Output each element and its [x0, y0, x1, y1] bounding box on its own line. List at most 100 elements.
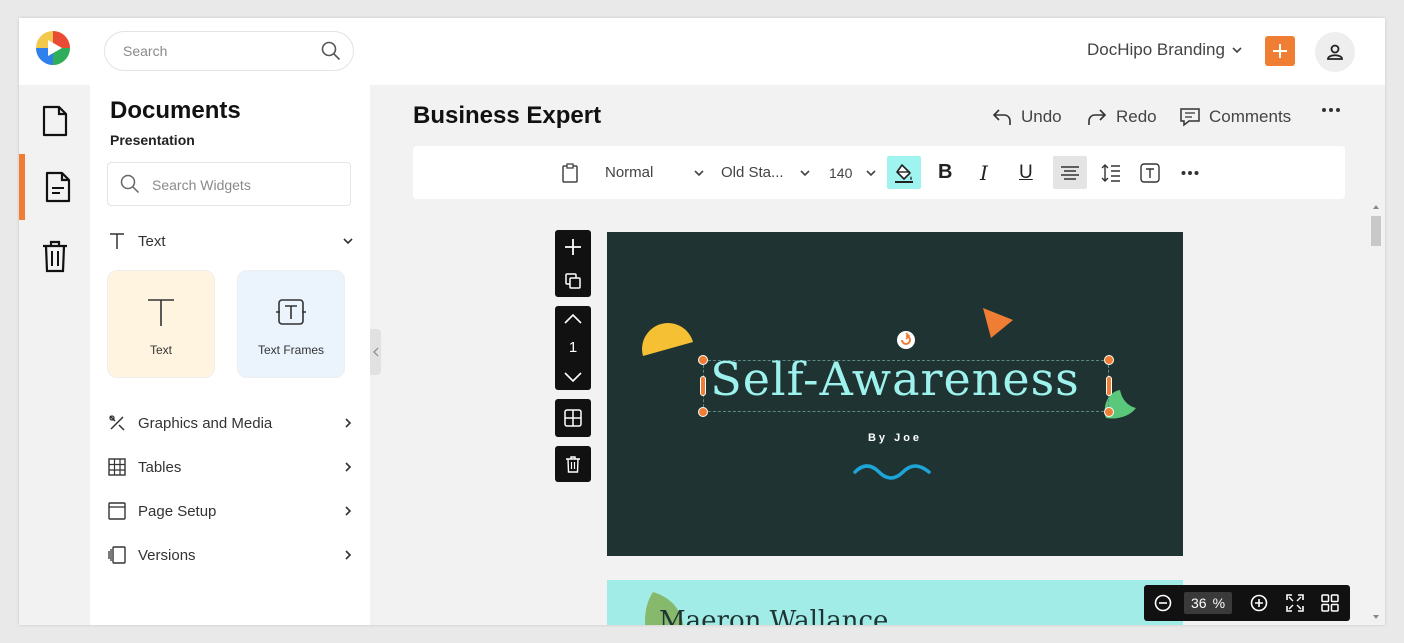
- underline-button[interactable]: U: [1019, 146, 1033, 199]
- text-frame-icon: [276, 299, 306, 325]
- page-layout-button[interactable]: [555, 399, 591, 437]
- paint-bucket-icon: [895, 163, 913, 183]
- comment-icon: [1180, 108, 1200, 127]
- zoom-bar: 36 %: [1144, 585, 1350, 621]
- trash-icon: [42, 240, 67, 273]
- search-icon[interactable]: [321, 41, 341, 61]
- section-versions[interactable]: Versions: [108, 543, 354, 567]
- redo-button[interactable]: Redo: [1086, 107, 1157, 127]
- more-options-button[interactable]: [1321, 107, 1341, 113]
- chevron-up-icon[interactable]: [564, 313, 582, 324]
- section-graphics-media[interactable]: Graphics and Media: [108, 411, 354, 435]
- bold-button[interactable]: B: [938, 146, 952, 199]
- brand-selector[interactable]: DocHipo Branding: [1087, 40, 1243, 60]
- line-spacing-icon: [1101, 163, 1120, 182]
- line-spacing-button[interactable]: [1101, 146, 1121, 199]
- document-title[interactable]: Business Expert: [413, 102, 601, 130]
- font-size-value: 140: [829, 164, 853, 181]
- widgets-panel: Documents Presentation Search Widgets Te…: [90, 85, 370, 625]
- zoom-out-icon[interactable]: [1154, 594, 1172, 612]
- slide-2[interactable]: Maeron Wallance: [607, 580, 1183, 625]
- font-family-value: Old Sta...: [721, 164, 784, 181]
- fill-color-button[interactable]: [887, 156, 921, 189]
- section-page-setup[interactable]: Page Setup: [108, 499, 354, 523]
- search-box[interactable]: Search: [104, 31, 354, 71]
- zoom-level-field[interactable]: 36 %: [1184, 592, 1232, 614]
- grid-view-icon[interactable]: [1321, 594, 1339, 612]
- user-avatar[interactable]: [1315, 32, 1355, 72]
- text-frames-card-label: Text Frames: [257, 343, 324, 357]
- page-setup-icon: [108, 502, 126, 520]
- vertical-scrollbar[interactable]: [1370, 202, 1382, 622]
- graphics-icon: [109, 415, 125, 431]
- widget-search-box[interactable]: Search Widgets: [107, 162, 351, 206]
- trash-icon: [566, 456, 580, 473]
- text-box-button[interactable]: [1140, 146, 1160, 199]
- slide-1[interactable]: Self-Awareness By Joe: [607, 232, 1183, 556]
- rail-item-documents[interactable]: [19, 88, 90, 154]
- slide-2-title[interactable]: Maeron Wallance: [659, 606, 888, 625]
- font-family-select[interactable]: Old Sta...: [721, 146, 811, 199]
- comments-label: Comments: [1209, 107, 1292, 126]
- widget-search-input[interactable]: Search Widgets: [152, 177, 251, 193]
- grid-layout-icon: [564, 409, 582, 427]
- more-horizontal-icon: [1322, 108, 1340, 112]
- chevron-down-icon: [1232, 47, 1242, 54]
- resize-handle[interactable]: [1104, 355, 1114, 365]
- align-button[interactable]: [1053, 156, 1087, 189]
- blue-wave-shape[interactable]: [853, 464, 933, 480]
- text-widget-card[interactable]: Text: [107, 270, 215, 378]
- font-size-select[interactable]: 140: [829, 146, 877, 199]
- resize-handle[interactable]: [1104, 407, 1114, 417]
- formatting-toolbar: Normal Old Sta... 140 B I U: [413, 146, 1345, 199]
- align-center-icon: [1061, 165, 1079, 180]
- text-card-label: Text: [149, 343, 172, 357]
- chevron-down-icon: [800, 169, 810, 176]
- resize-handle[interactable]: [698, 407, 708, 417]
- resize-handle-left[interactable]: [700, 376, 706, 396]
- rail-item-trash[interactable]: [19, 223, 90, 289]
- text-style-select[interactable]: Normal: [605, 146, 705, 199]
- italic-button[interactable]: I: [980, 146, 988, 199]
- rotate-handle-icon[interactable]: [896, 330, 916, 350]
- comments-button[interactable]: Comments: [1179, 107, 1291, 127]
- chevron-right-icon: [345, 418, 352, 428]
- slide-byline[interactable]: By Joe: [607, 432, 1183, 444]
- collapse-panel-handle[interactable]: [370, 329, 381, 375]
- undo-button[interactable]: Undo: [991, 107, 1062, 127]
- section-label: Versions: [138, 546, 196, 564]
- delete-page-button[interactable]: [555, 446, 591, 482]
- clipboard-button[interactable]: [561, 146, 579, 199]
- resize-handle[interactable]: [698, 355, 708, 365]
- underline-icon: U: [1019, 161, 1033, 183]
- text-frames-widget-card[interactable]: Text Frames: [237, 270, 345, 378]
- chevron-down-icon: [343, 238, 353, 245]
- bold-icon: B: [938, 161, 953, 183]
- chevron-down-icon[interactable]: [564, 372, 582, 383]
- undo-label: Undo: [1021, 107, 1062, 126]
- chevron-left-icon: [372, 347, 378, 357]
- add-page-icon[interactable]: [564, 238, 582, 256]
- page-number: 1: [568, 339, 578, 357]
- create-button[interactable]: [1265, 36, 1295, 66]
- user-icon: [1327, 44, 1343, 60]
- duplicate-page-icon[interactable]: [565, 273, 581, 289]
- section-label: Tables: [138, 458, 182, 476]
- fullscreen-icon[interactable]: [1286, 594, 1304, 612]
- zoom-in-icon[interactable]: [1250, 594, 1268, 612]
- resize-handle-right[interactable]: [1106, 376, 1112, 396]
- orange-triangle-shape[interactable]: [981, 306, 1015, 340]
- app-window: Search DocHipo Branding Documents Presen…: [19, 18, 1385, 625]
- text-section-header[interactable]: Text: [108, 229, 354, 253]
- zoom-unit: %: [1212, 595, 1226, 611]
- text-section-label: Text: [138, 232, 166, 250]
- section-tables[interactable]: Tables: [108, 455, 354, 479]
- versions-icon: [108, 546, 126, 564]
- rail-item-widgets[interactable]: [19, 154, 90, 220]
- widgets-icon: [45, 171, 70, 203]
- italic-icon: I: [980, 160, 988, 185]
- toolbar-more-button[interactable]: [1181, 146, 1199, 199]
- search-input[interactable]: Search: [123, 43, 167, 59]
- dochipo-logo-icon[interactable]: [35, 30, 71, 66]
- panel-subtitle: Presentation: [110, 132, 195, 148]
